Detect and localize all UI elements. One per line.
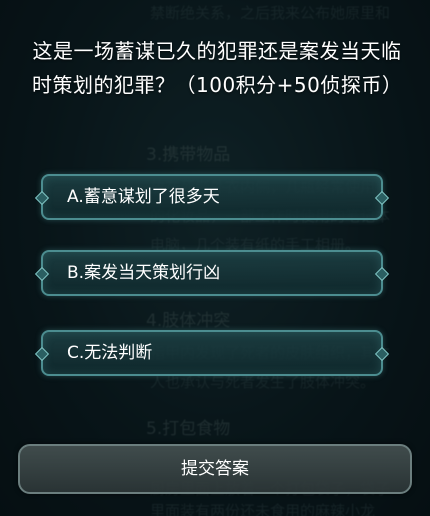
option-b-button[interactable]: B.案发当天策划行凶 bbox=[41, 250, 383, 296]
option-a-label: A.蓄意谋划了很多天 bbox=[67, 187, 220, 207]
option-c-button[interactable]: C.无法判断 bbox=[41, 330, 383, 376]
game-screen: 禁断绝关系，之后我来公布她原里和 3.携带物品 放在死者外衣内侧，几瓶经常使用 … bbox=[0, 0, 430, 516]
submit-answer-button[interactable]: 提交答案 bbox=[18, 444, 412, 494]
submit-answer-label: 提交答案 bbox=[181, 459, 249, 479]
option-c-label: C.无法判断 bbox=[67, 343, 153, 363]
option-b-label: B.案发当天策划行凶 bbox=[67, 263, 221, 283]
option-a-button[interactable]: A.蓄意谋划了很多天 bbox=[41, 174, 383, 220]
question-text: 这是一场蓄谋已久的犯罪还是案发当天临时策划的犯罪？（100积分+50侦探币） bbox=[32, 39, 403, 97]
